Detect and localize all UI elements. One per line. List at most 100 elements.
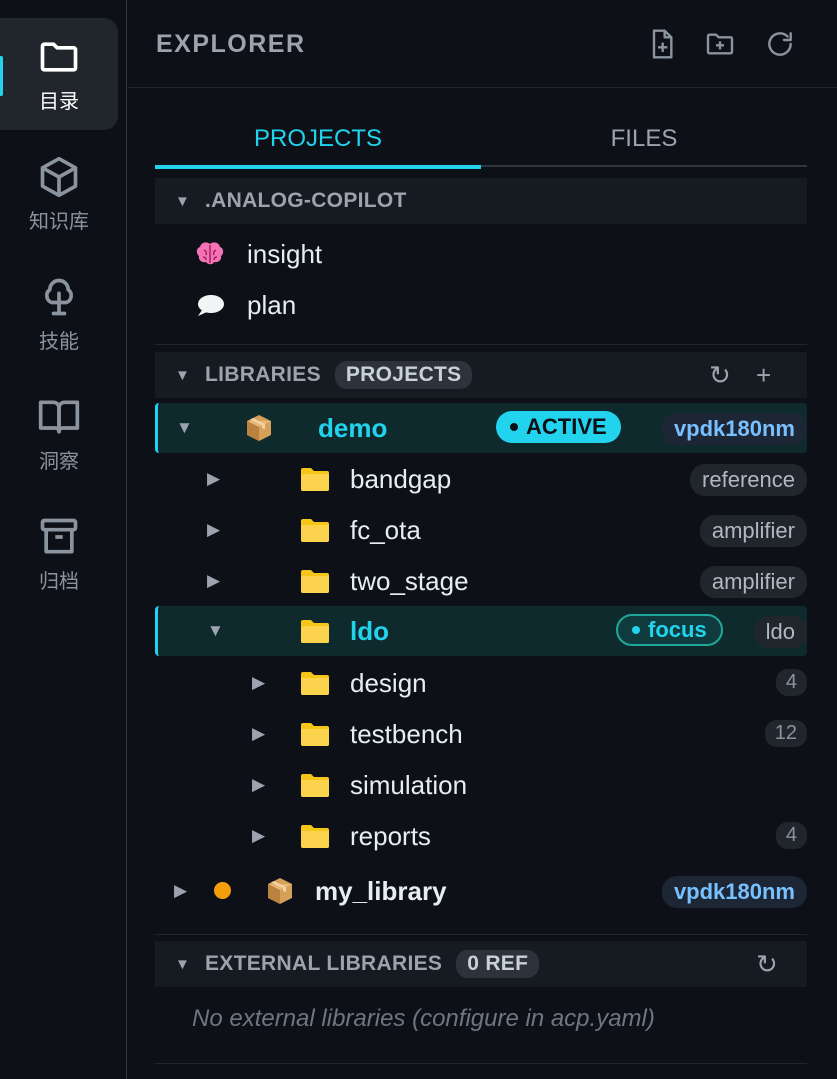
status-badge-active: ACTIVE [496,411,621,443]
chevron-right-icon: ▶ [252,673,266,692]
activity-label: 目录 [39,88,79,113]
activity-item-skills[interactable]: 技能 [0,258,118,370]
chevron-right-icon: ▶ [207,469,221,488]
package-icon [247,415,271,441]
section-libraries[interactable]: ▼ LIBRARIES PROJECTS ↻ + [155,352,807,398]
tree-item-label: design [350,667,427,698]
refresh-icon[interactable]: ↻ [756,949,778,980]
chevron-right-icon: ▶ [207,571,221,590]
folder-icon [301,774,329,797]
tree-item-fc-ota[interactable]: ▶ fc_ota amplifier [155,505,807,555]
activity-item-directory[interactable]: 目录 [0,18,118,130]
tab-files[interactable]: FILES [481,110,807,167]
tree-item-label: my_library [315,875,447,906]
tree-item-reports[interactable]: ▶ reports 4 [155,811,807,861]
package-icon [268,878,292,904]
activity-item-insight[interactable]: 洞察 [0,378,118,490]
folder-icon [301,519,329,542]
folder-icon [301,468,329,491]
tree-item-ldo[interactable]: ▼ ldo focus ldo [155,606,807,656]
folder-icon [40,41,78,72]
item-count: 12 [764,720,807,747]
folder-icon [301,723,329,746]
activity-bar: 目录 知识库 技能 洞察 归档 [0,0,127,1079]
tab-projects[interactable]: PROJECTS [155,110,481,169]
tree-item-demo[interactable]: ▼ demo ACTIVE vpdk180nm [155,403,807,453]
divider [155,344,807,345]
tree-item-design[interactable]: ▶ design 4 [155,658,807,708]
activity-label: 洞察 [39,448,79,473]
external-pill: 0 REF [456,950,540,978]
tree-item-label: testbench [350,718,463,749]
chevron-down-icon: ▼ [175,366,191,384]
refresh-icon[interactable]: ↻ [709,360,731,391]
pdk-tag: vpdk180nm [661,876,807,908]
chevron-down-icon: ▼ [175,192,191,210]
list-item-insight[interactable]: insight [155,229,807,279]
libraries-pill: PROJECTS [334,361,473,389]
activity-label: 归档 [39,568,79,593]
activity-item-archive[interactable]: 归档 [0,498,118,610]
folder-icon [301,672,329,695]
explorer-header: EXPLORER [128,0,837,88]
tree-icon [45,278,73,315]
pdk-tag: vpdk180nm [661,413,807,445]
new-folder-icon[interactable] [704,28,736,60]
tree-item-testbench[interactable]: ▶ testbench 12 [155,709,807,759]
explorer-tabs: PROJECTS FILES [155,110,807,169]
tree-item-my-library[interactable]: ▶ my_library vpdk180nm [155,866,807,916]
category-tag: amplifier [699,566,807,598]
refresh-icon[interactable] [764,28,796,60]
section-title: EXTERNAL LIBRARIES [205,952,443,975]
tree-item-label: ldo [350,615,389,646]
folder-icon [301,620,329,643]
section-title: .ANALOG-COPILOT [205,189,407,212]
add-icon[interactable]: + [756,360,771,391]
activity-item-knowledge[interactable]: 知识库 [0,138,118,250]
category-tag: ldo [753,616,807,648]
chevron-down-icon: ▼ [207,621,224,640]
chevron-right-icon: ▶ [252,775,266,794]
category-tag: reference [690,464,807,496]
chevron-right-icon: ▶ [252,724,266,743]
section-external-libraries[interactable]: ▼ EXTERNAL LIBRARIES 0 REF ↻ [155,941,807,987]
chevron-down-icon: ▼ [175,955,191,973]
section-title: LIBRARIES [205,363,321,386]
chevron-down-icon: ▼ [176,418,193,437]
status-badge-focus: focus [616,614,723,646]
item-count: 4 [775,822,807,849]
tree-item-bandgap[interactable]: ▶ bandgap reference [155,454,807,504]
modified-dot [214,882,231,899]
chevron-right-icon: ▶ [174,881,188,900]
activity-label: 知识库 [29,208,89,233]
tree-item-label: demo [318,412,388,443]
badge-label: focus [648,617,707,642]
explorer-panel: EXPLORER PROJECTS FILES ▼ .ANALOG-COPILO… [128,0,837,1079]
divider [155,1063,807,1064]
brain-icon [196,242,224,265]
new-file-icon[interactable] [646,28,678,60]
tree-item-label: fc_ota [350,514,421,545]
chevron-right-icon: ▶ [252,826,266,845]
empty-state-text: No external libraries (configure in acp.… [192,1005,655,1032]
book-icon [38,400,80,433]
tree-item-two-stage[interactable]: ▶ two_stage amplifier [155,556,807,606]
tree-item-label: simulation [350,769,468,800]
list-item-label: insight [247,238,323,269]
archive-icon [40,518,78,553]
speech-bubble-icon [198,295,224,316]
list-item-plan[interactable]: plan [155,280,807,330]
item-count: 4 [775,669,807,696]
divider [155,934,807,935]
badge-label: ACTIVE [526,414,607,439]
folder-icon [301,570,329,593]
section-analog-copilot[interactable]: ▼ .ANALOG-COPILOT [155,178,807,224]
tree-item-simulation[interactable]: ▶ simulation [155,760,807,810]
tree-item-label: reports [350,820,431,851]
activity-label: 技能 [39,328,79,353]
category-tag: amplifier [699,515,807,547]
explorer-title: EXPLORER [156,30,306,58]
folder-icon [301,825,329,848]
chevron-right-icon: ▶ [207,520,221,539]
tree-item-label: two_stage [350,565,469,596]
